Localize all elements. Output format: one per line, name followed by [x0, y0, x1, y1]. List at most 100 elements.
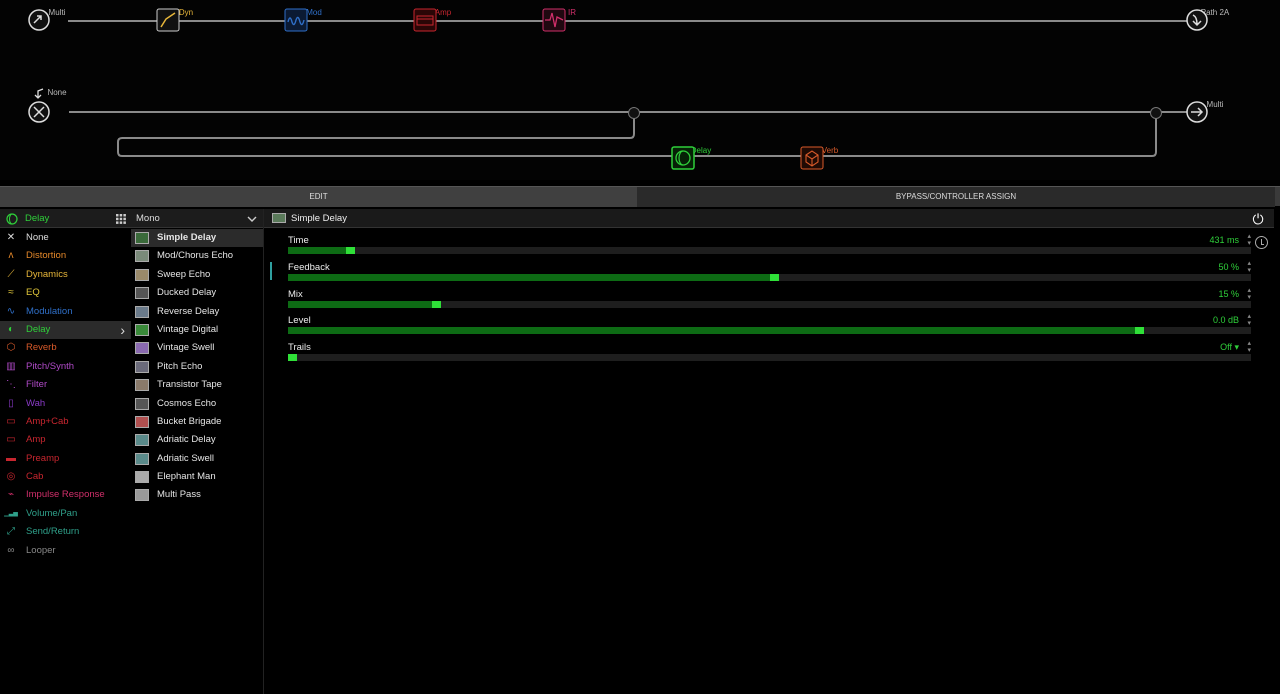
category-impulse-response[interactable]: ⌁ Impulse Response: [0, 486, 131, 504]
slider-handle[interactable]: [769, 273, 779, 281]
category-none[interactable]: ✕ None: [0, 229, 131, 247]
category-wah[interactable]: ▯ Wah: [0, 395, 131, 413]
param-slider[interactable]: [288, 354, 1251, 362]
model-label: Multi Pass: [157, 489, 201, 501]
category-amp-cab[interactable]: ▭ Amp+Cab: [0, 413, 131, 431]
slider-handle[interactable]: [1135, 327, 1145, 335]
category-looper[interactable]: ∞ Looper: [0, 542, 131, 560]
category-volume-pan[interactable]: ▁▃▅ Volume/Pan: [0, 505, 131, 523]
param-value[interactable]: 0.0 dB: [1213, 315, 1239, 325]
stepper-icon[interactable]: ▴ ▾: [1247, 233, 1251, 247]
merge-point[interactable]: [1150, 107, 1162, 119]
category-label: Cab: [26, 471, 44, 483]
stepper-icon[interactable]: ▴ ▾: [1247, 287, 1251, 301]
tab-edit[interactable]: EDIT: [0, 187, 637, 207]
stepper-icon[interactable]: ▴ ▾: [1247, 313, 1251, 327]
model-list: Simple Delay Mod/Chorus Echo Sweep Echo Duc…: [131, 229, 263, 505]
category-delay[interactable]: ◐ Delay ›: [0, 320, 131, 340]
path2-output[interactable]: Multi: [1185, 100, 1245, 123]
model-type-dropdown[interactable]: Mono: [131, 209, 263, 228]
param-value[interactable]: 15 %: [1218, 289, 1239, 299]
cab-icon: ◎: [6, 471, 16, 483]
block-ir[interactable]: IR: [542, 8, 602, 32]
distortion-icon: ʌ: [8, 250, 14, 262]
model-ducked-delay[interactable]: Ducked Delay: [131, 284, 263, 302]
category-pitch-synth[interactable]: ▥ Pitch/Synth: [0, 358, 131, 376]
stepper-icon[interactable]: ▴ ▾: [1247, 340, 1251, 354]
slider-handle[interactable]: [345, 247, 355, 254]
param-slider[interactable]: [288, 300, 1251, 308]
path2-input[interactable]: None: [27, 88, 87, 123]
impulse-response-icon: [542, 8, 566, 32]
param-slider[interactable]: [288, 247, 1251, 254]
model-thumb-icon: [135, 489, 149, 502]
path1-output[interactable]: Path 2A: [1185, 8, 1245, 31]
model-mod-chorus-echo[interactable]: Mod/Chorus Echo: [131, 247, 263, 265]
param-slider[interactable]: [288, 273, 1251, 281]
model-thumb-icon: [135, 268, 149, 281]
category-filter[interactable]: ⋱ Filter: [0, 376, 131, 394]
block-delay[interactable]: Delay: [671, 146, 731, 170]
slider-handle[interactable]: [432, 300, 442, 308]
model-cosmos-echo[interactable]: Cosmos Echo: [131, 395, 263, 413]
category-amp[interactable]: ▭ Amp: [0, 431, 131, 449]
block-verb[interactable]: Verb: [800, 146, 860, 170]
model-pitch-echo[interactable]: Pitch Echo: [131, 358, 263, 376]
stepper-icon[interactable]: ▴ ▾: [1247, 260, 1251, 274]
param-value[interactable]: 50 %: [1218, 262, 1239, 272]
model-adriatic-delay[interactable]: Adriatic Delay: [131, 431, 263, 449]
column-divider: [263, 209, 264, 694]
category-header[interactable]: Delay: [0, 209, 131, 228]
model-vintage-swell[interactable]: Vintage Swell: [131, 339, 263, 357]
model-bucket-brigade[interactable]: Bucket Brigade: [131, 413, 263, 431]
category-send-return[interactable]: ⤢ Send/Return: [0, 523, 131, 541]
param-feedback: Feedback 50 % ▴ ▾: [288, 260, 1251, 289]
model-thumb-icon: [135, 379, 149, 392]
category-eq[interactable]: ≈ EQ: [0, 284, 131, 302]
block-mod[interactable]: Mod: [284, 8, 344, 32]
clock-icon[interactable]: [1255, 236, 1268, 249]
grid-icon[interactable]: [116, 214, 126, 224]
looper-icon: ∞: [7, 544, 15, 556]
category-distortion[interactable]: ʌ Distortion: [0, 247, 131, 265]
category-label: Filter: [26, 379, 48, 391]
category-header-label: Delay: [25, 213, 50, 224]
category-modulation[interactable]: ∿ Modulation: [0, 303, 131, 321]
model-label: Reverse Delay: [157, 305, 220, 317]
slider-handle[interactable]: [288, 354, 297, 362]
split-point[interactable]: [628, 107, 640, 119]
model-transistor-tape[interactable]: Transistor Tape: [131, 376, 263, 394]
param-name: Feedback: [288, 261, 330, 273]
mode-tabs: EDIT BYPASS/CONTROLLER ASSIGN: [0, 186, 1280, 207]
model-vintage-digital[interactable]: Vintage Digital: [131, 321, 263, 339]
category-cab[interactable]: ◎ Cab: [0, 468, 131, 486]
param-value[interactable]: 431 ms: [1209, 235, 1239, 245]
category-preamp[interactable]: ▬ Preamp: [0, 450, 131, 468]
dynamics-icon: ⟋: [7, 268, 15, 280]
model-simple-delay[interactable]: Simple Delay: [131, 229, 263, 248]
slider-fill: [288, 300, 433, 308]
category-label: Pitch/Synth: [26, 360, 75, 372]
model-thumb-icon: [135, 305, 149, 318]
block-dyn[interactable]: Dyn: [156, 8, 216, 32]
model-sweep-echo[interactable]: Sweep Echo: [131, 266, 263, 284]
model-multi-pass[interactable]: Multi Pass: [131, 486, 263, 504]
model-label: Elephant Man: [157, 471, 216, 483]
power-icon[interactable]: ⏻: [1249, 210, 1267, 228]
filter-icon: ⋱: [6, 379, 16, 391]
path1-input[interactable]: Multi: [27, 8, 87, 31]
modulation-icon: [284, 8, 308, 32]
category-dynamics[interactable]: ⟋ Dynamics: [0, 266, 131, 284]
param-value[interactable]: Off ▾: [1220, 342, 1239, 353]
path-output-icon: [1186, 9, 1208, 31]
model-thumb-icon: [135, 360, 149, 373]
chevron-right-icon: ›: [120, 321, 125, 338]
category-label: Amp: [26, 434, 46, 446]
block-amp[interactable]: Amp: [413, 8, 473, 32]
model-reverse-delay[interactable]: Reverse Delay: [131, 303, 263, 321]
model-adriatic-swell[interactable]: Adriatic Swell: [131, 450, 263, 468]
model-elephant-man[interactable]: Elephant Man: [131, 468, 263, 486]
category-reverb[interactable]: ⬡ Reverb: [0, 339, 131, 357]
param-slider[interactable]: [288, 327, 1251, 335]
tab-bypass-controller[interactable]: BYPASS/CONTROLLER ASSIGN: [637, 187, 1275, 207]
